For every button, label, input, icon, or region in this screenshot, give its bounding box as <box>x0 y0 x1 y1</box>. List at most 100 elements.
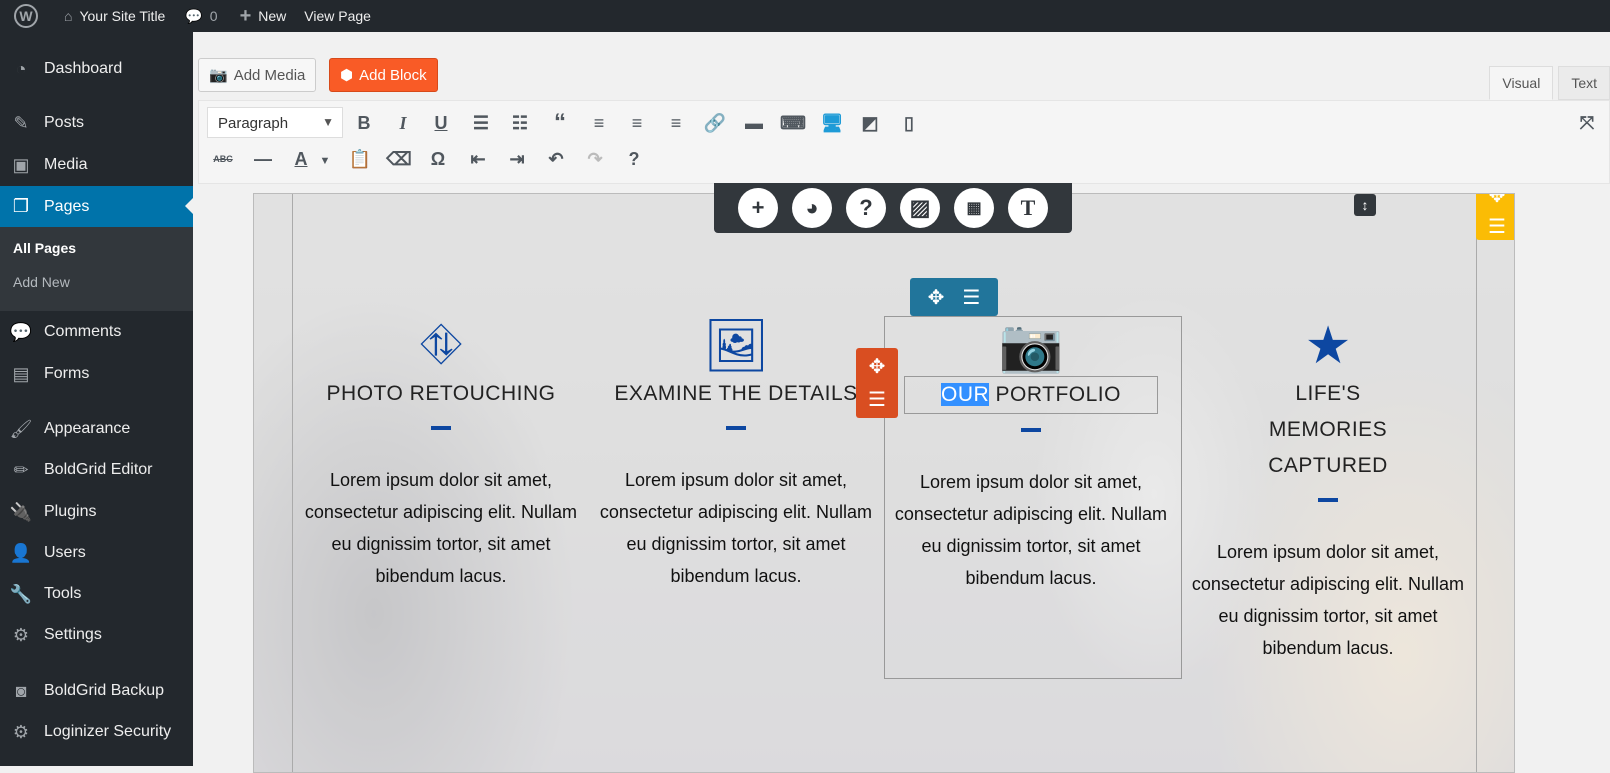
comment-icon: 💬 <box>185 7 203 24</box>
sidebar-item-boldgrid-backup[interactable]: ◙ BoldGrid Backup <box>0 671 193 711</box>
sidebar-item-tools[interactable]: 🔧 Tools <box>0 574 193 614</box>
move-icon[interactable]: ✥ <box>869 354 886 379</box>
font-icon[interactable]: T <box>1008 188 1048 228</box>
divider <box>1318 498 1338 502</box>
sidebar-item-media[interactable]: ▣ Media <box>0 145 193 185</box>
read-more-icon[interactable]: ▬ <box>740 109 768 137</box>
fullscreen-icon[interactable]: ⤧ <box>1573 109 1601 137</box>
selected-text: OUR <box>941 383 990 406</box>
feature-column[interactable]: ⛗ PHOTO RETOUCHING Lorem ipsum dolor sit… <box>296 316 586 592</box>
column-text[interactable]: Lorem ipsum dolor sit amet, consectetur … <box>1183 536 1473 664</box>
column-title[interactable]: OUR PORTFOLIO <box>904 376 1158 414</box>
add-media-button[interactable]: 📷 Add Media <box>198 58 317 92</box>
sidebar-item-boldgrid-editor[interactable]: ✏ BoldGrid Editor <box>0 450 193 490</box>
horizontal-line-icon[interactable]: — <box>249 145 277 173</box>
indent-icon[interactable]: ⇥ <box>503 145 531 173</box>
label: Settings <box>44 626 102 643</box>
editor-tabs: Visual Text <box>1484 66 1610 100</box>
add-icon[interactable]: + <box>738 188 778 228</box>
star-icon: ★ <box>1304 317 1352 375</box>
bullet-list-icon[interactable]: ☰ <box>467 109 495 137</box>
sidebar-item-appearance[interactable]: 🖌 Appearance <box>0 409 193 449</box>
sidebar-item-comments[interactable]: 💬 Comments <box>0 312 193 352</box>
help-icon[interactable]: ? <box>846 188 886 228</box>
row-controls: ✥ ☰ <box>856 348 898 418</box>
sidebar-item-pages[interactable]: ❐ Pages <box>0 186 193 227</box>
column-text[interactable]: Lorem ipsum dolor sit amet, consectetur … <box>296 464 586 592</box>
menu-icon[interactable]: ☰ <box>1488 214 1506 239</box>
move-icon[interactable]: ✥ <box>1489 194 1506 208</box>
wordpress-logo[interactable]: W <box>14 0 38 32</box>
page-canvas[interactable]: ⛗ PHOTO RETOUCHING Lorem ipsum dolor sit… <box>253 193 1515 773</box>
image-icon[interactable]: ▨ <box>900 188 940 228</box>
comments-link[interactable]: 💬 0 <box>185 0 217 32</box>
strikethrough-icon[interactable]: ABC <box>209 145 237 173</box>
column-title[interactable]: LIFE'S MEMORIES CAPTURED <box>1183 376 1473 484</box>
blockquote-icon[interactable]: “ <box>546 109 574 137</box>
column-text[interactable]: Lorem ipsum dolor sit amet, consectetur … <box>591 464 881 592</box>
pin-icon: ✎ <box>13 112 29 133</box>
submenu-all-pages[interactable]: All Pages <box>13 240 76 256</box>
format-value: Paragraph <box>218 115 289 132</box>
layout-icon[interactable]: ▦ <box>954 188 994 228</box>
submenu-add-new[interactable]: Add New <box>13 274 70 290</box>
tablet-view-icon[interactable]: ◩ <box>856 109 884 137</box>
block-toolbar: + ◕ ? ▨ ▦ T <box>714 183 1072 233</box>
label: Comments <box>44 323 122 340</box>
column-title[interactable]: PHOTO RETOUCHING <box>296 376 586 412</box>
desktop-view-icon[interactable]: 🖥 <box>818 109 846 137</box>
wrench-icon: 🔧 <box>9 583 33 604</box>
align-right-icon[interactable]: ≡ <box>662 109 690 137</box>
tab-visual[interactable]: Visual <box>1489 66 1554 100</box>
column-title[interactable]: EXAMINE THE DETAILS <box>591 376 881 412</box>
menu-icon[interactable]: ☰ <box>868 387 886 412</box>
editor-toolbar: Paragraph ▼ B I U ☰ ☷ “ ≡ ≡ ≡ 🔗 ▬ ⌨ 🖥 ◩ ▯… <box>198 100 1610 184</box>
new-label: New <box>258 8 287 24</box>
sidebar-item-settings[interactable]: ⚙ Settings <box>0 615 193 655</box>
underline-icon[interactable]: U <box>427 109 455 137</box>
pages-submenu: All Pages Add New <box>0 227 193 311</box>
sidebar-item-forms[interactable]: ▤ Forms <box>0 354 193 394</box>
sidebar-item-plugins[interactable]: 🔌 Plugins <box>0 492 193 532</box>
sidebar-item-loginizer[interactable]: ⚙ Loginizer Security <box>0 712 193 752</box>
add-block-button[interactable]: ⬢ Add Block <box>329 58 438 92</box>
media-icon: 📷 <box>209 67 228 84</box>
new-link[interactable]: + New <box>240 0 287 32</box>
undo-icon[interactable]: ↶ <box>542 145 570 173</box>
paste-text-icon[interactable]: 📋 <box>346 145 374 173</box>
column-text[interactable]: Lorem ipsum dolor sit amet, consectetur … <box>886 466 1176 594</box>
move-icon[interactable]: ✥ <box>928 285 945 310</box>
help-icon[interactable]: ? <box>620 145 648 173</box>
sidebar-item-users[interactable]: 👤 Users <box>0 533 193 573</box>
column-controls: ✥ ☰ <box>910 278 998 316</box>
redo-icon[interactable]: ↷ <box>581 145 609 173</box>
feature-column[interactable]: 🖼 EXAMINE THE DETAILS Lorem ipsum dolor … <box>591 316 881 592</box>
plus-icon: + <box>239 4 252 27</box>
view-page-link[interactable]: View Page <box>304 0 371 32</box>
format-select[interactable]: Paragraph ▼ <box>207 107 343 138</box>
link-icon[interactable]: 🔗 <box>701 109 729 137</box>
tab-text[interactable]: Text <box>1558 66 1610 100</box>
align-left-icon[interactable]: ≡ <box>585 109 613 137</box>
toolbar-toggle-icon[interactable]: ⌨ <box>779 109 807 137</box>
feature-column[interactable]: ★ LIFE'S MEMORIES CAPTURED Lorem ipsum d… <box>1183 316 1473 664</box>
outdent-icon[interactable]: ⇤ <box>464 145 492 173</box>
bold-icon[interactable]: B <box>350 109 378 137</box>
site-title: Your Site Title <box>79 8 166 24</box>
sidebar-item-posts[interactable]: ✎ Posts <box>0 103 193 143</box>
feature-column-selected[interactable]: 📷 OUR PORTFOLIO Lorem ipsum dolor sit am… <box>886 316 1176 594</box>
numbered-list-icon[interactable]: ☷ <box>506 109 534 137</box>
align-center-icon[interactable]: ≡ <box>623 109 651 137</box>
resize-handle-icon[interactable]: ↕ <box>1354 194 1376 216</box>
site-title-link[interactable]: ⌂ Your Site Title <box>64 0 165 32</box>
italic-icon[interactable]: I <box>389 109 417 137</box>
menu-icon[interactable]: ☰ <box>962 285 980 310</box>
special-character-icon[interactable]: Ω <box>424 145 452 173</box>
globe-icon[interactable]: ◕ <box>792 188 832 228</box>
text-color-dropdown-icon[interactable]: ▼ <box>311 147 339 175</box>
clear-formatting-icon[interactable]: ⌫ <box>385 145 413 173</box>
brush-icon: 🖌 <box>9 418 33 439</box>
settings-icon: ⚙ <box>12 624 30 645</box>
sidebar-item-dashboard[interactable]: ◔ Dashboard <box>0 49 193 89</box>
phone-view-icon[interactable]: ▯ <box>895 109 923 137</box>
